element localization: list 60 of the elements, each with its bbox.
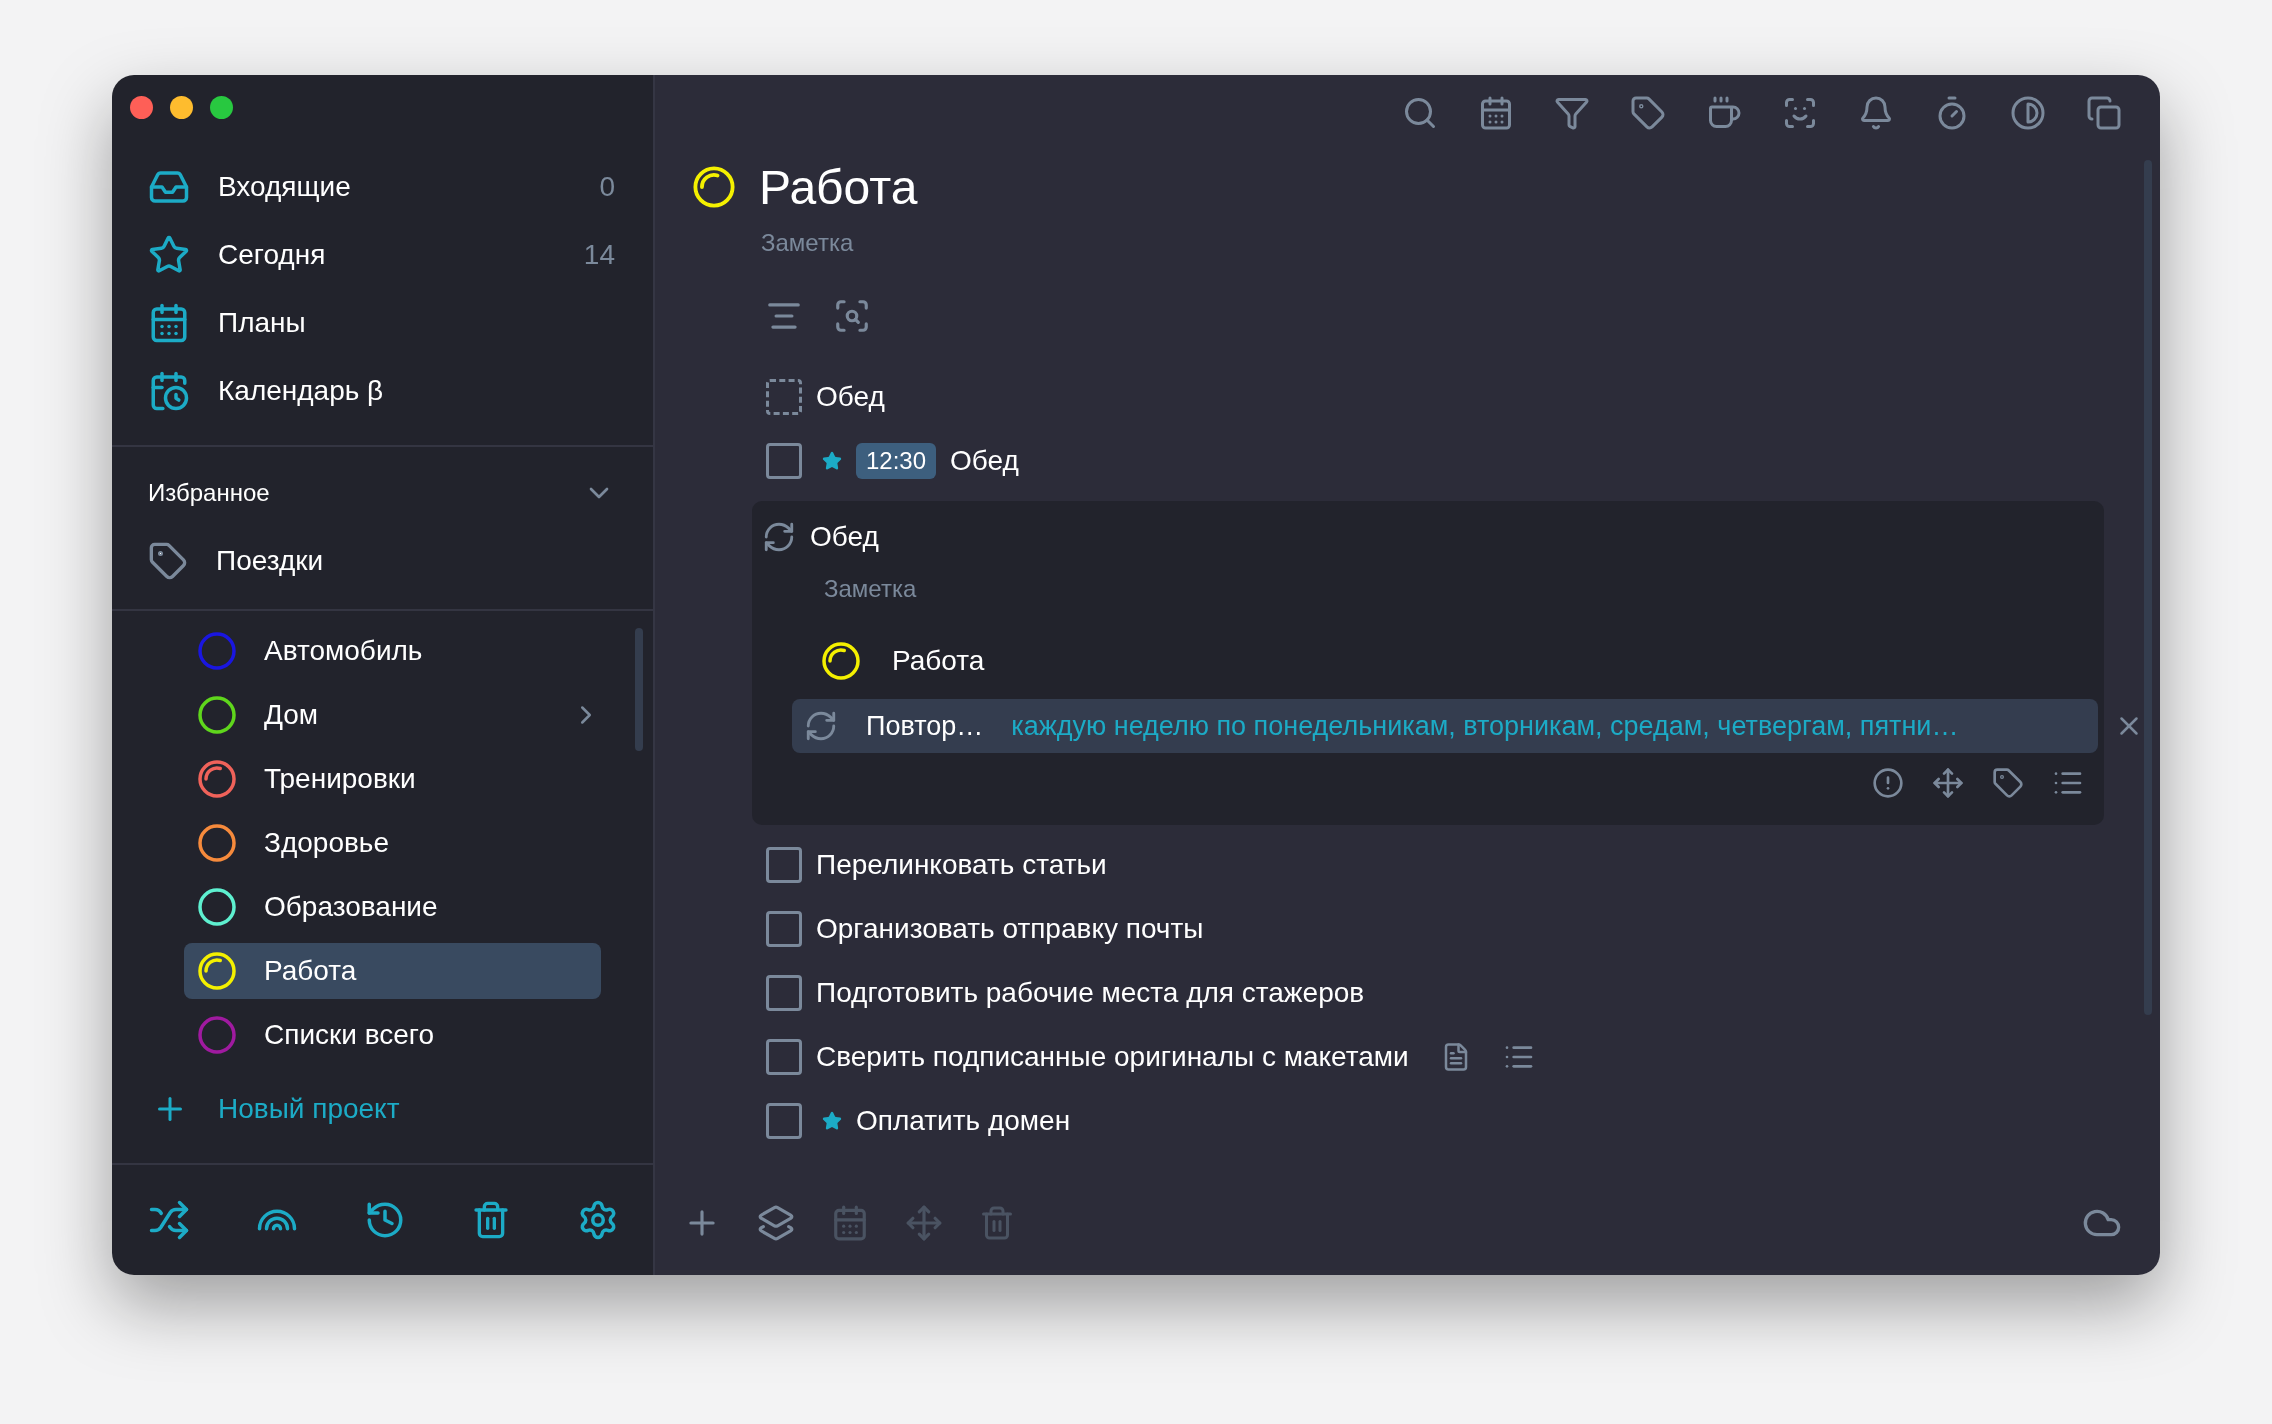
project-label[interactable]: Работа	[892, 645, 985, 677]
task-title[interactable]: Обед	[950, 445, 1019, 477]
tag-search-icon[interactable]	[833, 297, 871, 335]
filter-icon[interactable]	[1554, 95, 1590, 131]
scrollbar-thumb[interactable]	[635, 628, 643, 751]
contrast-icon[interactable]	[2010, 95, 2046, 131]
project-item[interactable]: Автомобиль	[184, 623, 601, 679]
task-checkbox[interactable]	[766, 975, 802, 1011]
task-checkbox[interactable]	[766, 379, 802, 415]
project-item[interactable]: Образование	[184, 879, 601, 935]
search-icon[interactable]	[1402, 95, 1438, 131]
nav-item[interactable]: Планы	[112, 289, 653, 357]
project-note[interactable]: Заметка	[655, 223, 2160, 257]
calendar-icon[interactable]	[1478, 95, 1514, 131]
task-checkbox[interactable]	[766, 1103, 802, 1139]
repeat-icon	[804, 709, 838, 743]
shuffle-icon[interactable]	[148, 1199, 190, 1241]
task-title[interactable]: Сверить подписанные оригиналы с макетами	[816, 1041, 1409, 1073]
new-project-button[interactable]: Новый проект	[112, 1081, 653, 1137]
task-checkbox[interactable]	[766, 443, 802, 479]
layers-icon[interactable]	[757, 1204, 795, 1242]
nav-item[interactable]: Календарь β	[112, 357, 653, 425]
alert-icon[interactable]	[1872, 767, 1904, 799]
cup-icon[interactable]	[1706, 95, 1742, 131]
copy-icon[interactable]	[2086, 95, 2122, 131]
task-title[interactable]: Оплатить домен	[856, 1105, 1071, 1137]
section-title: Избранное	[148, 479, 270, 507]
project-item[interactable]: Дом	[184, 687, 601, 743]
close-button[interactable]	[130, 95, 153, 119]
project-item[interactable]: Работа	[184, 943, 601, 999]
task-title[interactable]: Подготовить рабочие места для стажеров	[816, 977, 1365, 1009]
project-title[interactable]: Работа	[759, 159, 918, 215]
tag-icon[interactable]	[1992, 767, 2024, 799]
task-title[interactable]: Обед	[810, 521, 879, 553]
star-icon	[148, 234, 190, 276]
calendar-icon	[148, 302, 190, 344]
zoom-button[interactable]	[210, 95, 233, 119]
favorite-item[interactable]: Поездки	[112, 527, 653, 595]
focus-icon[interactable]	[1782, 95, 1818, 131]
repeat-icon	[762, 520, 796, 554]
task-title[interactable]: Перелинковать статьи	[816, 849, 1107, 881]
repeat-field[interactable]: Повтор… каждую неделю по понедельникам, вторникам, средам, четвергам, пятни…	[792, 699, 2098, 753]
tag-icon[interactable]	[1630, 95, 1666, 131]
time-badge: 12:30	[856, 443, 937, 479]
project-item[interactable]: Здоровье	[184, 815, 601, 871]
task-checkbox[interactable]	[766, 1039, 802, 1075]
task-title[interactable]: Организовать отправку почты	[816, 913, 1204, 945]
task-checkbox[interactable]	[766, 847, 802, 883]
minimize-button[interactable]	[170, 95, 193, 119]
task-checkbox[interactable]	[766, 911, 802, 947]
project-item[interactable]: Тренировки	[184, 751, 601, 807]
calendar-clock-icon	[148, 370, 190, 412]
task-title[interactable]: Обед	[816, 381, 885, 413]
move-icon[interactable]	[1932, 767, 1964, 799]
task-note[interactable]: Заметка	[762, 569, 2104, 609]
tag-icon	[148, 541, 188, 581]
nav-item[interactable]: Сегодня 14	[112, 221, 653, 289]
project-item[interactable]: Списки всего	[184, 1007, 601, 1063]
nav-item[interactable]: Входящие 0	[112, 153, 653, 221]
bell-icon[interactable]	[1858, 95, 1894, 131]
